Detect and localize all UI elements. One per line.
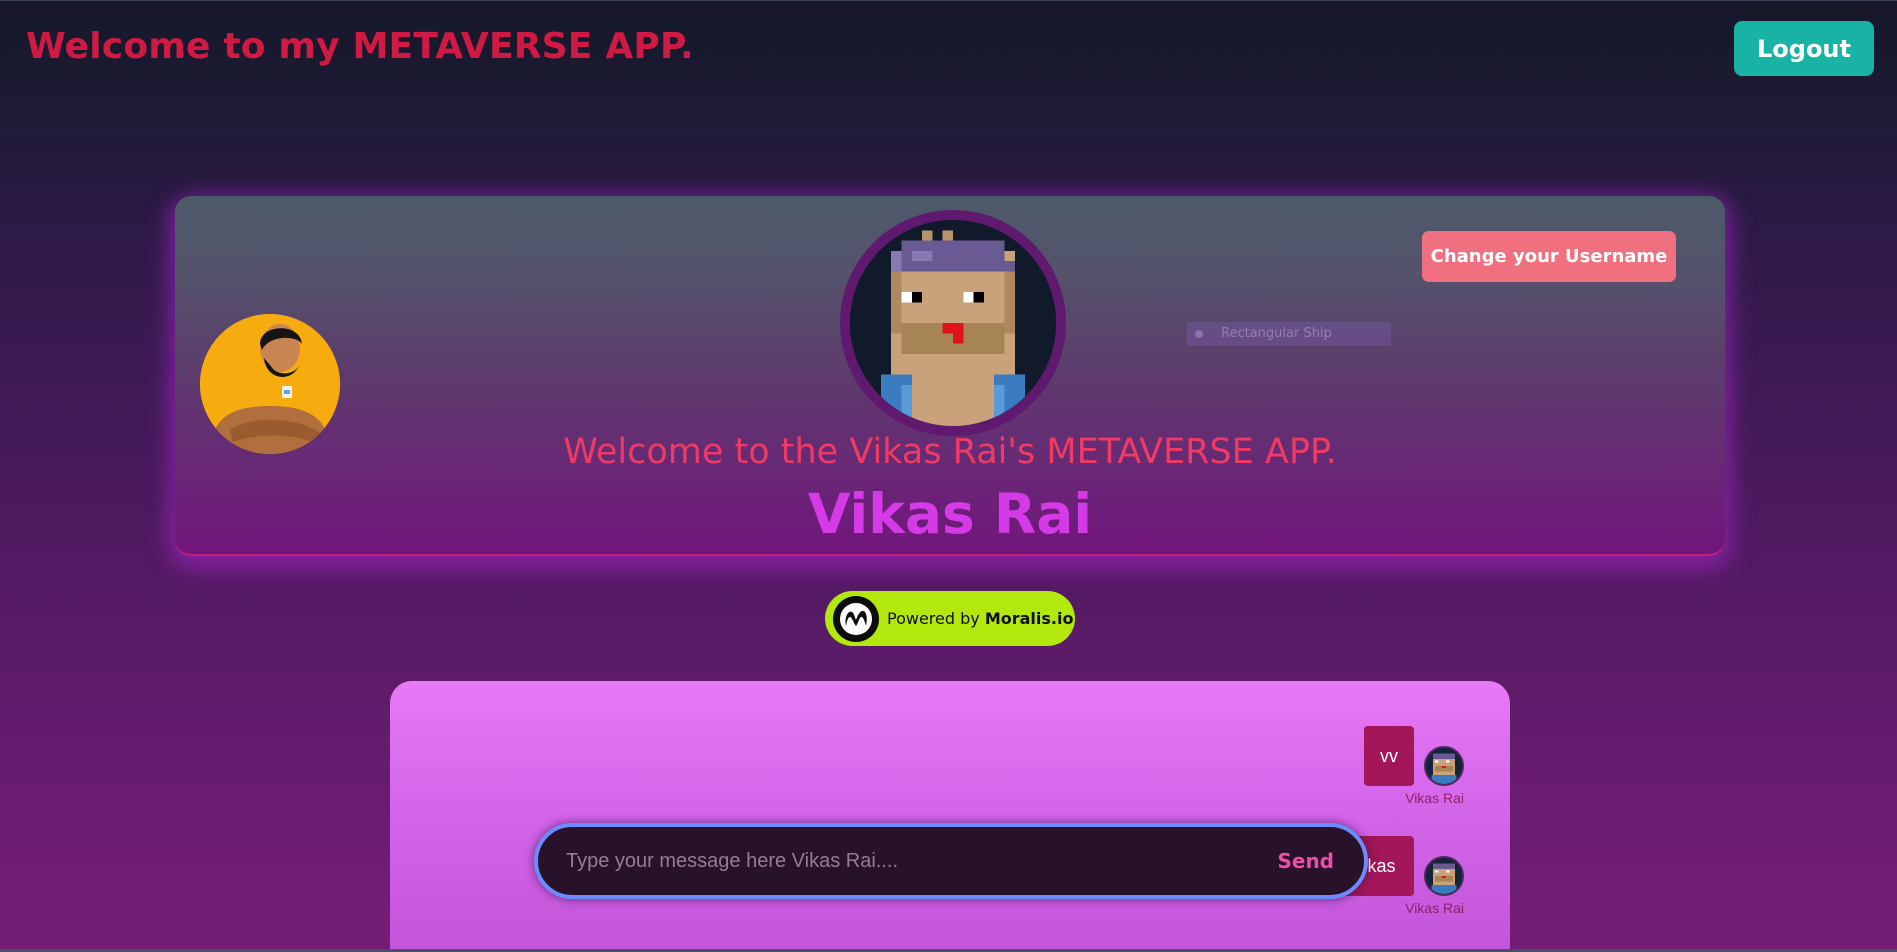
profile-avatar[interactable] [840, 210, 1066, 436]
powered-by-moralis-badge[interactable]: Powered by Moralis.io [825, 591, 1075, 646]
message-avatar [1424, 856, 1464, 896]
pixel-avatar-icon [1426, 858, 1462, 894]
profile-card: Change your Username Rectangular Ship We… [175, 196, 1725, 556]
message-author: Vikas Rai [1405, 900, 1464, 916]
change-username-button[interactable]: Change your Username [1422, 231, 1676, 282]
message-input[interactable] [538, 848, 1272, 874]
send-button[interactable]: Send [1271, 848, 1364, 874]
message-author: Vikas Rai [1405, 790, 1464, 806]
message-composer: Send [534, 823, 1368, 899]
moralis-logo-icon [833, 595, 879, 642]
message-bubble: vv [1364, 726, 1414, 786]
message-avatar [1424, 746, 1464, 786]
app-title: Welcome to my METAVERSE APP. [26, 26, 694, 67]
moralis-brand-text: Moralis.io [984, 609, 1074, 628]
chat-message: vv Vikas Rai [1364, 726, 1464, 806]
logout-button[interactable]: Logout [1734, 21, 1874, 76]
powered-by-text: Powered by [887, 609, 980, 628]
chat-panel: vv Vikas Rai vikas Vikas Rai [390, 681, 1510, 952]
ship-select-overlay[interactable]: Rectangular Ship [1187, 322, 1391, 346]
window-top-border [0, 0, 1897, 1]
pixel-avatar-icon [850, 220, 1056, 426]
pixel-avatar-icon [1426, 748, 1462, 784]
radio-dot-icon [1195, 330, 1203, 338]
username-heading: Vikas Rai [807, 482, 1093, 546]
welcome-message: Welcome to the Vikas Rai's METAVERSE APP… [563, 432, 1337, 472]
ship-select-label: Rectangular Ship [1221, 326, 1332, 341]
